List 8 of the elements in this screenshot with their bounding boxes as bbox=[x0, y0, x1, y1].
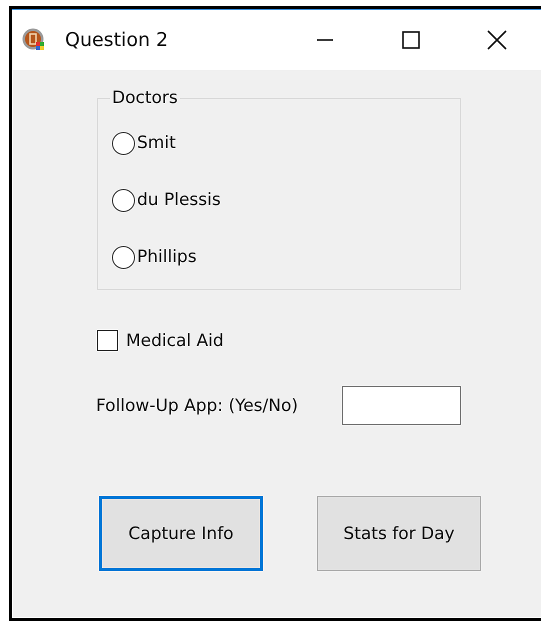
radio-button[interactable]: Smit bbox=[112, 131, 176, 155]
medical-aid-checkbox[interactable]: Medical Aid bbox=[97, 330, 224, 351]
action-button[interactable]: Capture Info bbox=[99, 496, 263, 571]
radio-button[interactable]: du Plessis bbox=[112, 188, 221, 212]
action-button[interactable]: Stats for Day bbox=[317, 496, 481, 571]
field-label: Follow-Up App: (Yes/No) bbox=[96, 396, 299, 416]
window-title: Question 2 bbox=[65, 29, 168, 51]
radio-button[interactable]: Phillips bbox=[112, 245, 197, 269]
